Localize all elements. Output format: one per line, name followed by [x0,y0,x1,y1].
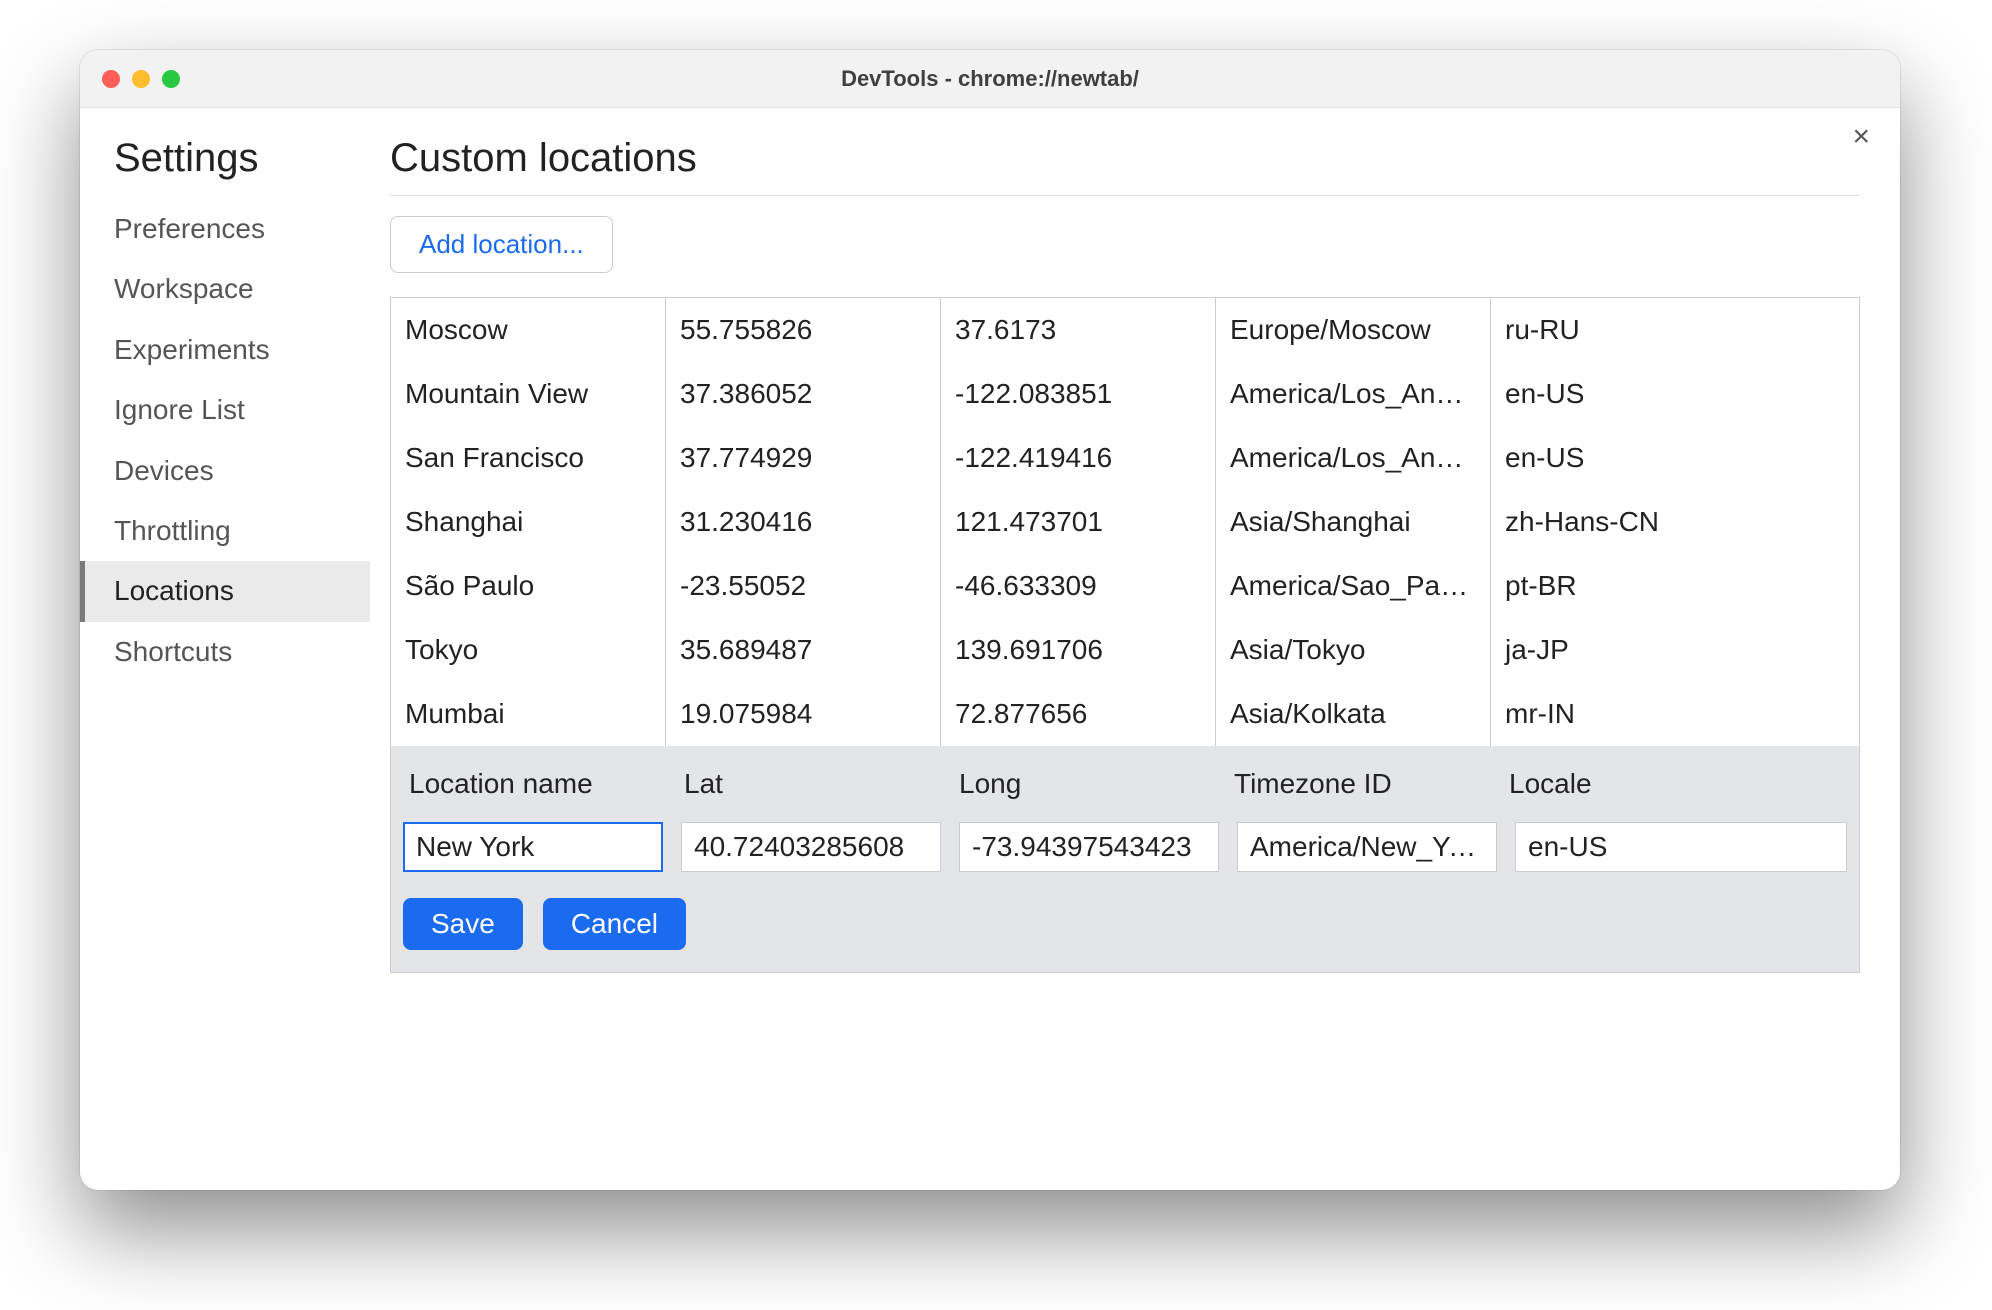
cell-name: San Francisco [391,426,666,490]
sidebar-item-label: Workspace [114,273,254,304]
cell-lat: -23.55052 [666,554,941,618]
cell-locale: ru-RU [1491,298,1859,362]
table-row[interactable]: São Paulo -23.55052 -46.633309 America/S… [391,554,1859,618]
header-tz: Timezone ID [1228,764,1503,804]
cell-locale: en-US [1491,426,1859,490]
table-row[interactable]: Mountain View 37.386052 -122.083851 Amer… [391,362,1859,426]
save-button[interactable]: Save [403,898,523,950]
cell-tz: Asia/Tokyo [1216,618,1491,682]
cell-tz: Asia/Shanghai [1216,490,1491,554]
cell-long: 139.691706 [941,618,1216,682]
locations-table: Moscow 55.755826 37.6173 Europe/Moscow r… [390,297,1860,973]
cell-tz: Asia/Kolkata [1216,682,1491,746]
cell-long: -122.083851 [941,362,1216,426]
sidebar-item-devices[interactable]: Devices [80,441,370,501]
window-title: DevTools - chrome://newtab/ [80,66,1900,92]
sidebar-item-workspace[interactable]: Workspace [80,259,370,319]
header-name: Location name [403,764,678,804]
cell-locale: zh-Hans-CN [1491,490,1859,554]
sidebar-item-shortcuts[interactable]: Shortcuts [80,622,370,682]
page-title: Custom locations [390,136,1860,181]
lat-input[interactable] [681,822,941,872]
header-lat: Lat [678,764,953,804]
close-window-button[interactable] [102,70,120,88]
sidebar-item-label: Ignore List [114,394,245,425]
timezone-input[interactable] [1237,822,1497,872]
sidebar-item-label: Preferences [114,213,265,244]
cell-locale: mr-IN [1491,682,1859,746]
location-editor: Location name Lat Long Timezone ID Local… [391,746,1859,972]
location-name-input[interactable] [403,822,663,872]
cell-lat: 55.755826 [666,298,941,362]
divider [390,195,1860,196]
cell-name: São Paulo [391,554,666,618]
cell-tz: America/Los_An… [1216,426,1491,490]
table-row[interactable]: Mumbai 19.075984 72.877656 Asia/Kolkata … [391,682,1859,746]
cell-lat: 19.075984 [666,682,941,746]
cell-locale: ja-JP [1491,618,1859,682]
cell-long: -122.419416 [941,426,1216,490]
sidebar-item-preferences[interactable]: Preferences [80,199,370,259]
cell-lat: 31.230416 [666,490,941,554]
table-row[interactable]: San Francisco 37.774929 -122.419416 Amer… [391,426,1859,490]
cell-name: Mumbai [391,682,666,746]
devtools-window: DevTools - chrome://newtab/ × Settings P… [80,50,1900,1190]
sidebar-item-label: Locations [114,575,234,606]
locale-input[interactable] [1515,822,1847,872]
cell-locale: pt-BR [1491,554,1859,618]
settings-heading: Settings [80,136,370,199]
cell-tz: America/Sao_Pa… [1216,554,1491,618]
cell-lat: 37.774929 [666,426,941,490]
close-settings-button[interactable]: × [1852,122,1870,152]
sidebar-item-locations[interactable]: Locations [80,561,370,621]
minimize-window-button[interactable] [132,70,150,88]
table-row[interactable]: Shanghai 31.230416 121.473701 Asia/Shang… [391,490,1859,554]
table-row[interactable]: Moscow 55.755826 37.6173 Europe/Moscow r… [391,298,1859,362]
sidebar-item-label: Experiments [114,334,270,365]
table-row[interactable]: Tokyo 35.689487 139.691706 Asia/Tokyo ja… [391,618,1859,682]
cell-long: 37.6173 [941,298,1216,362]
main-panel: Custom locations Add location... Moscow … [370,108,1900,1190]
cell-long: 121.473701 [941,490,1216,554]
header-locale: Locale [1503,764,1847,804]
cell-name: Shanghai [391,490,666,554]
cell-tz: America/Los_An… [1216,362,1491,426]
cell-long: -46.633309 [941,554,1216,618]
cell-name: Tokyo [391,618,666,682]
cell-locale: en-US [1491,362,1859,426]
cell-name: Moscow [391,298,666,362]
sidebar-item-experiments[interactable]: Experiments [80,320,370,380]
add-location-button[interactable]: Add location... [390,216,613,273]
long-input[interactable] [959,822,1219,872]
cell-tz: Europe/Moscow [1216,298,1491,362]
settings-sidebar: Settings Preferences Workspace Experimen… [80,108,370,1190]
cancel-button[interactable]: Cancel [543,898,686,950]
zoom-window-button[interactable] [162,70,180,88]
sidebar-item-ignore-list[interactable]: Ignore List [80,380,370,440]
cell-lat: 35.689487 [666,618,941,682]
cell-long: 72.877656 [941,682,1216,746]
titlebar: DevTools - chrome://newtab/ [80,50,1900,108]
sidebar-item-label: Shortcuts [114,636,232,667]
cell-lat: 37.386052 [666,362,941,426]
cell-name: Mountain View [391,362,666,426]
sidebar-item-label: Throttling [114,515,231,546]
sidebar-item-throttling[interactable]: Throttling [80,501,370,561]
traffic-lights [102,70,180,88]
sidebar-item-label: Devices [114,455,214,486]
header-long: Long [953,764,1228,804]
